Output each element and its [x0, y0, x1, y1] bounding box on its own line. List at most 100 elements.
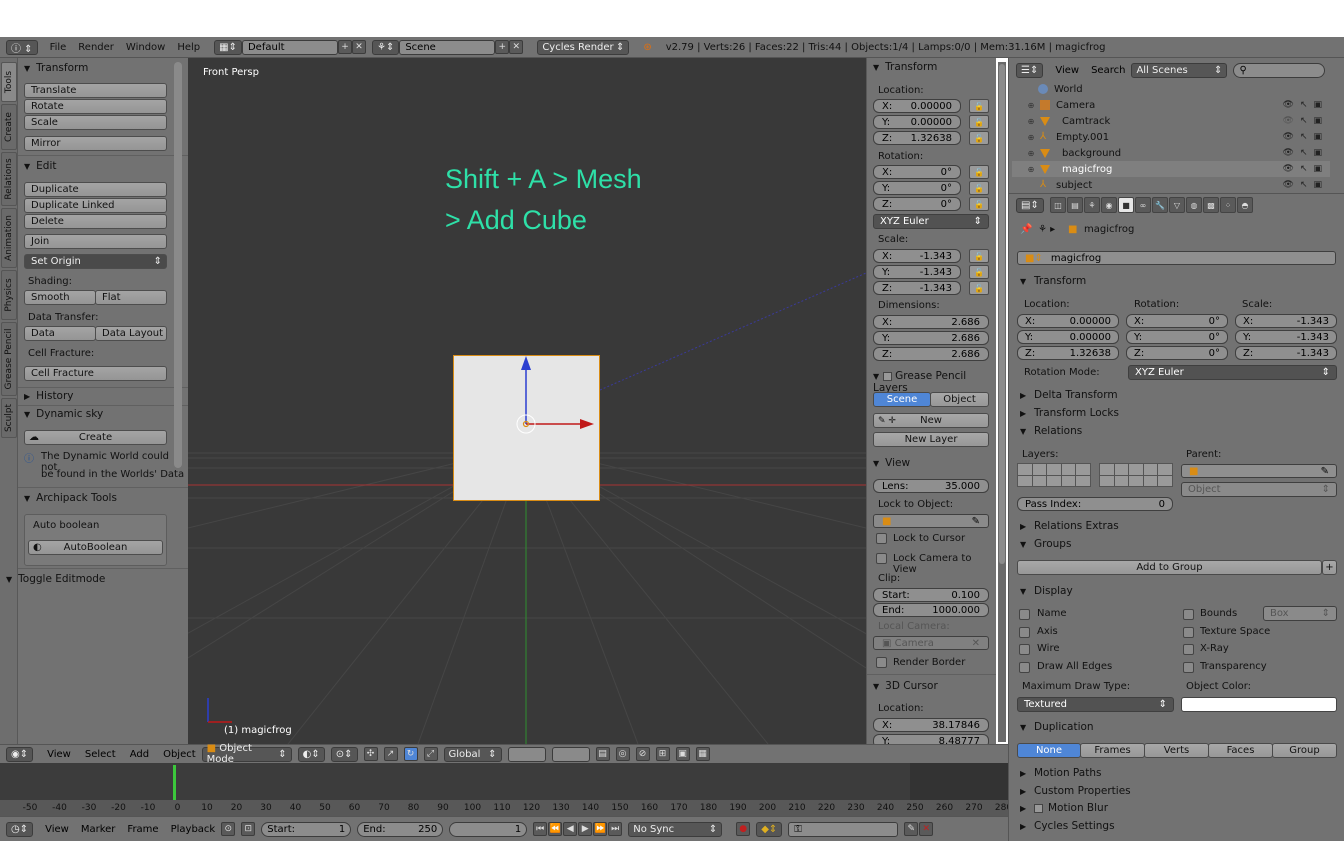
render-icon[interactable]: ▣: [1313, 116, 1322, 126]
add-scene-icon[interactable]: +: [495, 40, 510, 54]
transform-orientation-select[interactable]: Global ⇕: [443, 746, 502, 762]
layout-browse-button[interactable]: ▦⇕: [214, 39, 242, 55]
prop-loc-y[interactable]: Y: 0.00000: [1017, 330, 1119, 344]
outliner-filter-select[interactable]: All Scenes ⇕: [1131, 62, 1228, 78]
layer-cell[interactable]: [1114, 464, 1129, 475]
layer-cell[interactable]: [1032, 475, 1047, 486]
manipulator-toggle-icon[interactable]: ✣: [363, 747, 378, 761]
add-to-group-button[interactable]: Add to Group: [1017, 560, 1322, 575]
n-rotation-z[interactable]: Z: 0°: [873, 197, 961, 211]
outliner-item-empty[interactable]: ⊕ ⅄ Empty.001 👁 ↖ ▣: [1012, 129, 1330, 145]
data-layout-button[interactable]: Data Layout: [95, 326, 167, 341]
delete-scene-icon[interactable]: ✕: [509, 40, 524, 54]
layer-cell[interactable]: [1076, 464, 1090, 475]
translate-manipulator-icon[interactable]: ↗: [383, 747, 398, 761]
layer-cell[interactable]: [1100, 464, 1114, 475]
current-frame-marker[interactable]: [173, 765, 176, 802]
dup-verts-button[interactable]: Verts: [1144, 743, 1209, 758]
tab-animation[interactable]: Animation: [1, 208, 17, 268]
record-icon[interactable]: ●: [736, 822, 751, 836]
dup-frames-button[interactable]: Frames: [1080, 743, 1145, 758]
layer-cell[interactable]: [1143, 464, 1158, 475]
current-frame-field[interactable]: 1: [449, 821, 528, 837]
rotation-mode-select[interactable]: XYZ Euler ⇕: [1128, 365, 1337, 380]
insert-keyframe-icon[interactable]: ✎: [904, 822, 919, 836]
viewport-shading-select[interactable]: ◐⇕: [297, 746, 325, 762]
layer-cell[interactable]: [1114, 475, 1129, 486]
history-panel-header[interactable]: ▶ History: [24, 388, 74, 404]
outliner-search-menu[interactable]: Search: [1091, 65, 1125, 76]
outliner-item-magicfrog[interactable]: ⊕ magicfrog 👁 ↖ ▣: [1012, 161, 1330, 177]
properties-editor-type[interactable]: ▤⇕: [1016, 197, 1044, 213]
eyedropper-icon[interactable]: ✎: [1321, 466, 1329, 477]
menu-render[interactable]: Render: [78, 42, 114, 53]
n-panel-scrollbar[interactable]: [998, 62, 1006, 742]
new-layer-button[interactable]: New Layer: [873, 432, 989, 447]
delete-button[interactable]: Delete: [24, 214, 167, 229]
timeline-menu-view[interactable]: View: [45, 824, 69, 835]
layer-cell[interactable]: [1076, 475, 1090, 486]
menu-add[interactable]: Add: [130, 749, 149, 760]
n-dimension-y[interactable]: Y: 2.686: [873, 331, 989, 345]
timeline[interactable]: -50 -40 -30 -20 -10 0 10 20 30 40 50 60 70 80 90 100 110…: [0, 763, 1008, 816]
prop-rot-x[interactable]: X: 0°: [1126, 314, 1228, 328]
snap-icon[interactable]: ⊘: [635, 747, 650, 761]
grease-pencil-checkbox[interactable]: [883, 371, 893, 381]
lock-icon[interactable]: 🔓: [969, 197, 989, 211]
smooth-button[interactable]: Smooth: [24, 290, 96, 305]
n-view-header[interactable]: ▼ View: [873, 457, 910, 469]
timeline-menu-frame[interactable]: Frame: [127, 824, 158, 835]
n-rotation-x[interactable]: X: 0°: [873, 165, 961, 179]
pin-icon[interactable]: 📌: [1020, 224, 1032, 235]
play-icon[interactable]: ▶: [578, 822, 593, 836]
scene-browse-button[interactable]: ⚘⇕: [371, 39, 400, 55]
tab-tools[interactable]: Tools: [1, 62, 17, 102]
keying-set-select[interactable]: ◆⇕: [756, 821, 783, 837]
display-wire-checkbox[interactable]: [1019, 644, 1030, 655]
eye-icon[interactable]: 👁: [1283, 148, 1294, 158]
scroll-thumb[interactable]: [999, 64, 1005, 564]
constraints-tab-icon[interactable]: ∞: [1135, 197, 1151, 213]
n-rotation-mode-select[interactable]: XYZ Euler ⇕: [873, 214, 989, 229]
pass-index-field[interactable]: Pass Index: 0: [1017, 497, 1173, 511]
cursor-y-field[interactable]: Y: 8.48777: [873, 734, 989, 744]
clear-icon[interactable]: ✕: [972, 638, 980, 649]
end-frame-field[interactable]: End: 250: [357, 821, 444, 837]
cursor-icon[interactable]: ↖: [1300, 116, 1308, 126]
data-tab-icon[interactable]: ▽: [1169, 197, 1185, 213]
transform-locks-header[interactable]: ▶ Transform Locks: [1020, 407, 1119, 419]
lock-icon[interactable]: 🔓: [969, 165, 989, 179]
duplicate-button[interactable]: Duplicate: [24, 182, 167, 197]
expand-icon[interactable]: ⊕: [1026, 133, 1036, 142]
render-icon[interactable]: ▣: [1313, 100, 1322, 110]
menu-window[interactable]: Window: [126, 42, 165, 53]
lock-icon[interactable]: 🔓: [969, 281, 989, 295]
tab-relations[interactable]: Relations: [1, 152, 17, 206]
outliner-item-camera[interactable]: ⊕ Camera 👁 ↖ ▣: [1012, 97, 1330, 113]
jump-keyframe-back-icon[interactable]: ⏪: [548, 822, 563, 836]
join-button[interactable]: Join: [24, 234, 167, 249]
outliner-item-background[interactable]: ⊕ background 👁 ↖ ▣: [1012, 145, 1330, 161]
opengl-anim-icon[interactable]: ▦: [695, 747, 710, 761]
display-name-checkbox[interactable]: [1019, 609, 1030, 620]
tab-grease-pencil[interactable]: Grease Pencil: [1, 322, 17, 396]
dup-faces-button[interactable]: Faces: [1208, 743, 1273, 758]
relations-extras-header[interactable]: ▶ Relations Extras: [1020, 520, 1119, 532]
cursor-icon[interactable]: ↖: [1300, 164, 1308, 174]
lens-field[interactable]: Lens: 35.000: [873, 479, 989, 493]
grease-scene-button[interactable]: Scene: [873, 392, 931, 407]
motion-blur-checkbox[interactable]: [1034, 803, 1043, 813]
layer-cell[interactable]: [1129, 464, 1143, 475]
menu-file[interactable]: File: [50, 42, 67, 53]
max-draw-type-select[interactable]: Textured ⇕: [1017, 697, 1174, 712]
mode-select[interactable]: ■ Object Mode ⇕: [201, 743, 292, 765]
translate-button[interactable]: Translate: [24, 83, 167, 98]
duplication-header[interactable]: ▼ Duplication: [1020, 721, 1094, 733]
set-origin-select[interactable]: Set Origin ⇕: [24, 254, 167, 269]
n-dimension-z[interactable]: Z: 2.686: [873, 347, 989, 361]
scale-button[interactable]: Scale: [24, 115, 167, 130]
menu-help[interactable]: Help: [177, 42, 200, 53]
scene-field[interactable]: Scene: [399, 39, 496, 55]
view3d-editor-type[interactable]: ◉⇕: [6, 746, 34, 762]
grease-object-button[interactable]: Object: [930, 392, 989, 407]
